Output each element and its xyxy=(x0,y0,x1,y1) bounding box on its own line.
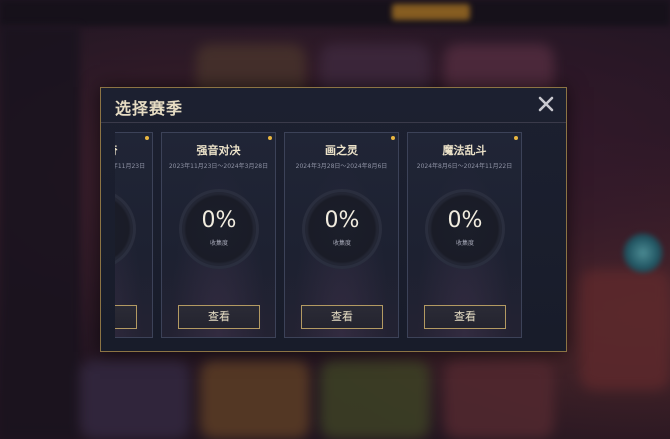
collection-progress-label: 收集度 xyxy=(209,240,228,247)
season-card[interactable]: 大陆传奇 2023年7月20日～2023年11月23日 0% 收集度 查看 xyxy=(115,132,153,338)
close-icon xyxy=(538,96,554,112)
collection-progress-ring: 0% 收集度 xyxy=(425,189,505,269)
view-season-button[interactable]: 查看 xyxy=(178,305,260,329)
collection-progress-ring: 0% 收集度 xyxy=(302,189,382,269)
season-card[interactable]: 魔法乱斗 2024年8月6日～2024年11月22日 0% 收集度 查看 xyxy=(407,132,522,338)
season-dates: 2023年11月23日～2024年3月28日 xyxy=(168,163,269,170)
season-card[interactable]: 画之灵 2024年3月28日～2024年8月6日 0% 收集度 查看 xyxy=(284,132,399,338)
collection-progress-value: 0% xyxy=(324,208,360,233)
dialog-header: 选择赛季 xyxy=(101,88,566,123)
view-season-button[interactable]: 查看 xyxy=(301,305,383,329)
new-indicator-dot xyxy=(268,136,272,140)
season-name: 大陆传奇 xyxy=(115,142,152,158)
season-carousel[interactable]: 大陆传奇 2023年7月20日～2023年11月23日 0% 收集度 查看 强音… xyxy=(115,132,556,342)
new-indicator-dot xyxy=(514,136,518,140)
season-name: 魔法乱斗 xyxy=(442,144,487,157)
collection-progress-value: 0% xyxy=(201,208,237,233)
season-dates: 2024年3月28日～2024年8月6日 xyxy=(295,163,388,170)
collection-progress-label: 收集度 xyxy=(332,240,351,247)
dialog-title: 选择赛季 xyxy=(115,99,184,118)
collection-progress-label: 收集度 xyxy=(455,240,474,247)
season-select-dialog: 选择赛季 大陆传奇 2023年7月20日～2023年11月23日 0% 收集度 … xyxy=(100,87,567,352)
collection-progress-ring: 0% 收集度 xyxy=(115,189,136,269)
season-name: 画之灵 xyxy=(325,144,358,157)
collection-progress-value: 0% xyxy=(115,208,136,233)
collection-progress-value: 0% xyxy=(447,208,483,233)
new-indicator-dot xyxy=(391,136,395,140)
collection-progress-ring: 0% 收集度 xyxy=(179,189,259,269)
season-dates: 2024年8月6日～2024年11月22日 xyxy=(416,163,513,170)
view-season-button[interactable]: 查看 xyxy=(115,305,137,329)
close-button[interactable] xyxy=(536,94,556,114)
season-dates: 2023年7月20日～2023年11月23日 xyxy=(115,163,146,170)
collection-progress-label: 收集度 xyxy=(115,238,136,247)
new-indicator-dot xyxy=(145,136,149,140)
view-season-button[interactable]: 查看 xyxy=(424,305,506,329)
season-card[interactable]: 强音对决 2023年11月23日～2024年3月28日 0% 收集度 查看 xyxy=(161,132,276,338)
season-name: 强音对决 xyxy=(196,144,241,157)
